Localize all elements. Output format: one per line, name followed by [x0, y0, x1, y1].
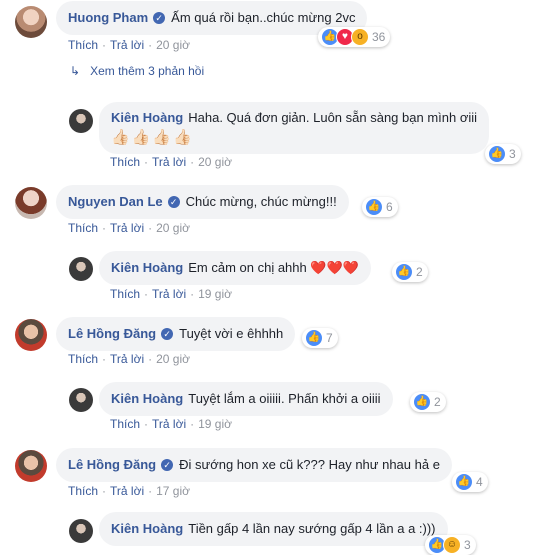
reaction-summary[interactable]: 👍 ♥ o 36	[318, 27, 391, 47]
view-more-replies[interactable]: ↳ Xem thêm 3 phản hồi	[70, 64, 204, 78]
comment-bubble: Kiên Hoàng Tiền gấp 4 lần nay sướng gấp 4…	[99, 512, 448, 546]
author-name[interactable]: Huong Pham	[68, 10, 148, 25]
timestamp[interactable]: 17 giờ	[156, 484, 190, 498]
verified-badge-icon: ✓	[161, 458, 174, 471]
comment-bubble: Lê Hồng Đăng ✓ Đi sướng hon xe cũ k??? Hay…	[56, 448, 452, 482]
comment-actions: Thích · Trả lời · 20 giờ	[68, 221, 190, 235]
like-link[interactable]: Thích	[110, 155, 140, 169]
timestamp[interactable]: 20 giờ	[156, 221, 190, 235]
reply-link[interactable]: Trả lời	[110, 484, 144, 498]
like-icon: 👍	[455, 472, 473, 491]
avatar[interactable]	[15, 450, 47, 482]
reaction-count: 3	[509, 147, 516, 161]
comment-text: Ấm quá rồi bạn..chúc mừng 2vc	[171, 10, 356, 25]
reaction-summary[interactable]: 👍 2	[392, 262, 428, 282]
reaction-summary[interactable]: 👍 7	[302, 328, 338, 348]
comment-actions: Thích · Trả lời · 20 giờ	[110, 155, 232, 169]
like-icon: 👍	[305, 328, 323, 347]
comment-actions: Thích · Trả lời · 19 giờ	[110, 287, 232, 301]
wow-icon: o	[351, 27, 369, 46]
author-name[interactable]: Kiên Hoàng	[111, 110, 183, 125]
comment-text: Haha. Quá đơn giản. Luôn sẵn sàng bạn mì…	[188, 110, 478, 125]
reply-link[interactable]: Trả lời	[110, 38, 144, 52]
author-name[interactable]: Nguyen Dan Le	[68, 194, 163, 209]
avatar[interactable]	[69, 257, 93, 281]
comment-bubble: Nguyen Dan Le ✓ Chúc mừng, chúc mừng!!!	[56, 185, 349, 219]
timestamp[interactable]: 20 giờ	[198, 155, 232, 169]
comment-text: Đi sướng hon xe cũ k??? Hay như nhau hả …	[179, 457, 440, 472]
haha-icon: ☺	[443, 535, 461, 554]
comment-text: Tiền gấp 4 lần nay sướng gấp 4 lần a a :…	[188, 521, 436, 536]
comment-bubble: Lê Hồng Đăng ✓ Tuyệt vời e êhhhh	[56, 317, 296, 351]
author-name[interactable]: Lê Hồng Đăng	[68, 457, 156, 472]
author-name[interactable]: Kiên Hoàng	[111, 391, 183, 406]
like-link[interactable]: Thích	[110, 417, 140, 431]
like-icon: 👍	[365, 197, 383, 216]
reply-link[interactable]: Trả lời	[110, 221, 144, 235]
verified-badge-icon: ✓	[161, 327, 174, 340]
reply-arrow-icon: ↳	[70, 64, 81, 78]
timestamp[interactable]: 19 giờ	[198, 287, 232, 301]
reply-link[interactable]: Trả lời	[110, 352, 144, 366]
author-name[interactable]: Kiên Hoàng	[111, 521, 183, 536]
reaction-summary[interactable]: 👍 4	[452, 472, 488, 492]
reaction-count: 36	[372, 30, 386, 44]
avatar[interactable]	[69, 388, 93, 412]
comment-text: Chúc mừng, chúc mừng!!!	[185, 194, 337, 209]
reaction-summary[interactable]: 👍 6	[362, 197, 398, 217]
comment-text: Em cảm on chị ahhh	[188, 260, 307, 275]
reaction-count: 2	[434, 395, 441, 409]
reaction-summary[interactable]: 👍 ☺ 3	[425, 535, 476, 555]
comment-actions: Thích · Trả lời · 17 giờ	[68, 484, 190, 498]
timestamp[interactable]: 20 giờ	[156, 352, 190, 366]
heart-emoji: ❤️❤️❤️	[310, 260, 359, 275]
reaction-count: 6	[386, 200, 393, 214]
reaction-count: 3	[464, 538, 471, 552]
like-link[interactable]: Thích	[68, 352, 98, 366]
reaction-count: 7	[326, 331, 333, 345]
like-icon: 👍	[413, 392, 431, 411]
reply-link[interactable]: Trả lời	[152, 287, 186, 301]
timestamp[interactable]: 20 giờ	[156, 38, 190, 52]
comment-actions: Thích · Trả lời · 20 giờ	[68, 38, 190, 52]
like-icon: 👍	[395, 262, 413, 281]
like-link[interactable]: Thích	[68, 221, 98, 235]
avatar[interactable]	[69, 519, 93, 543]
like-link[interactable]: Thích	[68, 484, 98, 498]
verified-badge-icon: ✓	[153, 11, 166, 24]
author-name[interactable]: Lê Hồng Đăng	[68, 326, 156, 341]
avatar[interactable]	[69, 109, 93, 133]
comment-bubble: Kiên Hoàng Em cảm on chị ahhh ❤️❤️❤️	[99, 251, 371, 285]
view-more-label[interactable]: Xem thêm 3 phản hồi	[90, 64, 204, 78]
comment-emoji: 👍🏻👍🏻👍🏻👍🏻	[111, 129, 194, 146]
avatar[interactable]	[15, 187, 47, 219]
comment-bubble: Kiên Hoàng Tuyệt lắm a oiiiii. Phấn khởi …	[99, 382, 393, 416]
reaction-count: 2	[416, 265, 423, 279]
avatar[interactable]	[15, 319, 47, 351]
like-link[interactable]: Thích	[68, 38, 98, 52]
reply-link[interactable]: Trả lời	[152, 417, 186, 431]
comment-bubble: Kiên Hoàng Haha. Quá đơn giản. Luôn sẵn s…	[99, 102, 490, 154]
avatar[interactable]	[15, 6, 47, 38]
reaction-count: 4	[476, 475, 483, 489]
author-name[interactable]: Kiên Hoàng	[111, 260, 183, 275]
like-icon: 👍	[488, 144, 506, 163]
reply-link[interactable]: Trả lời	[152, 155, 186, 169]
comment-text: Tuyệt lắm a oiiiii. Phấn khởi a oiiii	[188, 391, 381, 406]
like-link[interactable]: Thích	[110, 287, 140, 301]
comment-actions: Thích · Trả lời · 20 giờ	[68, 352, 190, 366]
reaction-summary[interactable]: 👍 3	[485, 144, 521, 164]
comment-text: Tuyệt vời e êhhhh	[179, 326, 284, 341]
comment-actions: Thích · Trả lời · 19 giờ	[110, 417, 232, 431]
timestamp[interactable]: 19 giờ	[198, 417, 232, 431]
verified-badge-icon: ✓	[167, 195, 180, 208]
reaction-summary[interactable]: 👍 2	[410, 392, 446, 412]
